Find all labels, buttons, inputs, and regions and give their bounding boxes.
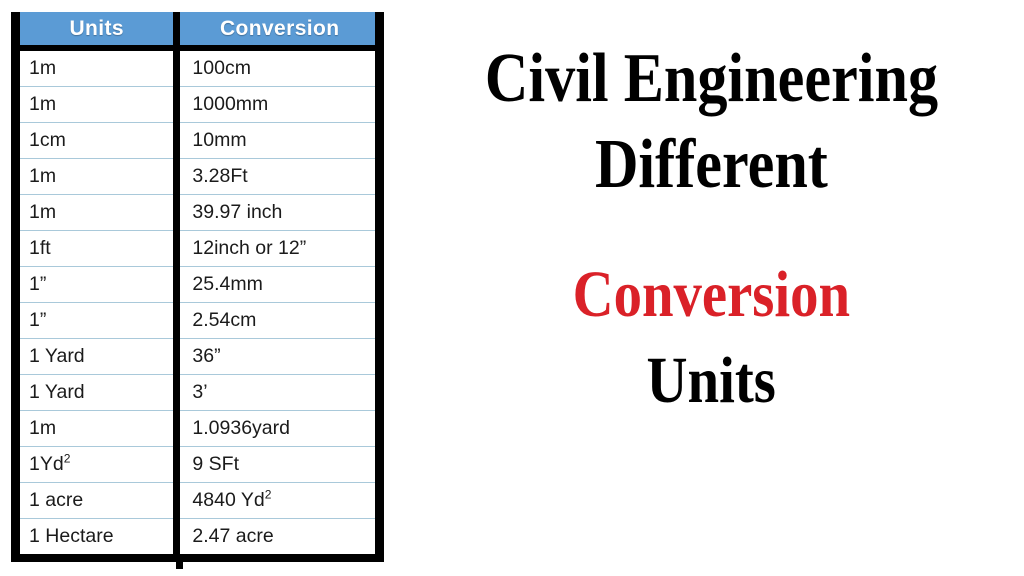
cell-conversion: 100cm <box>192 57 251 79</box>
table-row: 1 Yard 3’ <box>20 374 375 411</box>
poster-canvas: Units Conversion 1m 100cm 1m 1000mm 1cm 10mm 1… <box>0 0 1024 576</box>
cell-units: 1m <box>20 158 181 195</box>
cell-units: 1Yd2 <box>20 446 181 483</box>
table-header: Units Conversion <box>20 12 375 51</box>
cell-conversion: 4840 Yd2 <box>176 482 375 519</box>
table-row: 1 Yard 36” <box>20 338 375 375</box>
headline-panel: Civil Engineering Different Conversion U… <box>398 0 1024 576</box>
headline-line-civil-engineering: Civil Engineering <box>484 40 938 117</box>
cell-conversion: 36” <box>176 338 375 375</box>
cell-units: 1ft <box>20 230 181 267</box>
cell-conversion: 3’ <box>176 374 375 411</box>
cell-conversion: 1.0936yard <box>176 410 375 447</box>
table-row: 1” 25.4mm <box>20 266 375 303</box>
cell-units: 1m <box>20 410 181 447</box>
cell-units: 1” <box>20 266 181 303</box>
table-row: 1ft 12inch or 12” <box>20 230 375 267</box>
table-row: 1m 1000mm <box>20 86 375 123</box>
cell-units: 1 Yard <box>20 338 181 375</box>
cell-conversion: 2.47 acre <box>176 518 375 554</box>
table-row: 1Yd2 9 SFt <box>20 446 375 483</box>
headline-line-conversion: Conversion <box>572 258 850 331</box>
table-row: 1cm 10mm <box>20 122 375 159</box>
cell-conversion: 9 SFt <box>176 446 375 483</box>
conversion-table: Units Conversion 1m 100cm 1m 1000mm 1cm 10mm 1… <box>20 12 375 554</box>
conversion-table-panel: Units Conversion 1m 100cm 1m 1000mm 1cm 10mm 1… <box>11 12 384 562</box>
cell-units: 1m <box>20 86 181 123</box>
table-row: 1m 3.28Ft <box>20 158 375 195</box>
cell-conversion: 39.97 inch <box>176 194 375 231</box>
cell-units: 1m <box>20 194 181 231</box>
column-header-units: Units <box>20 12 181 51</box>
cell-units: 1” <box>20 302 181 339</box>
cell-units: 1cm <box>20 122 181 159</box>
table-row: 1m 1.0936yard <box>20 410 375 447</box>
table-row: 1” 2.54cm <box>20 302 375 339</box>
table-row: 1m 100cm <box>20 48 375 87</box>
table-row: 1m 39.97 inch <box>20 194 375 231</box>
cell-units: 1 Hectare <box>20 518 181 554</box>
table-row: 1 acre 4840 Yd2 <box>20 482 375 519</box>
cell-conversion: 2.54cm <box>176 302 375 339</box>
cell-conversion: 12inch or 12” <box>176 230 375 267</box>
cell-conversion: 3.28Ft <box>176 158 375 195</box>
column-header-conversion: Conversion <box>176 12 375 51</box>
cell-units: 1 Yard <box>20 374 181 411</box>
cell-units: 1 acre <box>20 482 181 519</box>
table-row: 1 Hectare 2.47 acre <box>20 518 375 554</box>
cell-conversion: 10mm <box>176 122 375 159</box>
column-divider-tick <box>176 562 183 569</box>
cell-conversion: 25.4mm <box>176 266 375 303</box>
cell-conversion: 1000mm <box>176 86 375 123</box>
headline-line-units: Units <box>646 344 776 417</box>
table-header-row: Units Conversion <box>20 12 375 51</box>
cell-units: 1m <box>20 48 181 87</box>
headline-line-different: Different <box>594 126 828 203</box>
table-body: 1m 100cm 1m 1000mm 1cm 10mm 1m 3.28Ft 1m 39.97 in… <box>20 48 375 554</box>
